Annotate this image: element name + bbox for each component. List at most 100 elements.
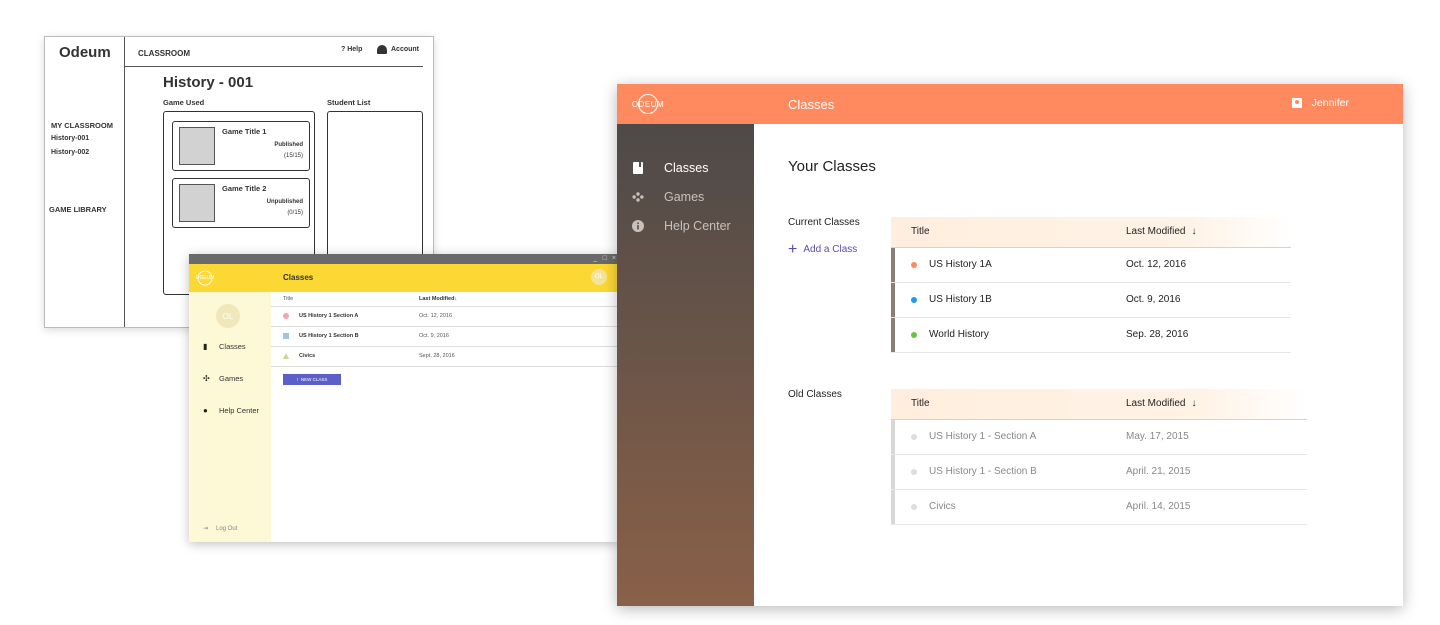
old-classes-label: Old Classes (788, 389, 842, 400)
game-count: (0/15) (287, 210, 303, 216)
game-thumbnail (179, 184, 215, 222)
class-color-dot (911, 332, 917, 338)
divider (125, 66, 423, 67)
square-marker-icon (283, 333, 289, 339)
sidebar-item-game-library[interactable]: GAME LIBRARY (49, 205, 107, 214)
sidebar-item-label: Classes (219, 342, 246, 351)
sidebar: Classes Games Help Center (617, 124, 754, 606)
sidebar-item-label: Help Center (219, 406, 260, 415)
info-icon: ● (203, 406, 208, 415)
class-title: US History 1 - Section A (929, 431, 1037, 442)
game-count: (15/15) (283, 153, 303, 159)
class-title: US History 1 Section A (299, 313, 359, 319)
logo[interactable]: ODEUM (196, 269, 214, 287)
logo-text: ODEUM (631, 99, 665, 109)
class-color-dot (911, 297, 917, 303)
add-class-label: Add a Class (803, 244, 858, 255)
table-row[interactable]: World History Sep. 28, 2016 (891, 318, 1291, 353)
table-row[interactable]: US History 1 - Section B April. 21, 2015 (891, 455, 1307, 490)
column-header-last-modified[interactable]: Last Modified ↓ (1126, 389, 1196, 419)
table-row[interactable]: Civics April. 14, 2015 (891, 490, 1307, 525)
sidebar-item-history-002[interactable]: History-002 (51, 149, 89, 156)
sidebar-avatar: OL (216, 304, 240, 328)
account-link[interactable]: Account (377, 45, 419, 54)
help-link[interactable]: ? Help (341, 46, 362, 53)
table-header: Title Last Modified↓ (271, 292, 619, 307)
class-color-dot (911, 434, 917, 440)
maximize-button[interactable]: □ (603, 254, 607, 264)
sidebar-item-history-001[interactable]: History-001 (51, 135, 89, 142)
sidebar-item-help-center[interactable]: ● Help Center (203, 406, 259, 415)
sidebar-item-label: Classes (664, 161, 709, 175)
page-title: Your Classes (788, 158, 876, 175)
sidebar-item-classes[interactable]: Classes (632, 161, 708, 175)
class-date: April. 14, 2015 (1126, 501, 1191, 512)
sort-arrow-icon: ↓ (454, 296, 458, 302)
sort-arrow-icon: ↓ (1191, 398, 1197, 409)
game-status: Published (274, 142, 303, 148)
table-row[interactable]: US History 1A Oct. 12, 2016 (891, 248, 1291, 283)
page-title: History - 001 (163, 74, 254, 91)
account-label: Account (391, 46, 419, 53)
column-header-label: Last Modified (419, 296, 455, 302)
logo-text: ODEUM (195, 275, 215, 281)
sidebar-item-label: Help Center (664, 219, 731, 233)
table-row[interactable]: Civics Sept. 28, 2016 (271, 347, 619, 367)
new-class-label: NEW CLASS (300, 377, 328, 382)
sidebar-item-label: Games (219, 374, 244, 383)
add-class-button[interactable]: + Add a Class (788, 240, 858, 258)
header-title: Classes (788, 97, 835, 112)
breadcrumb: CLASSROOM (138, 49, 190, 58)
class-date: Oct. 9, 2016 (419, 333, 449, 339)
column-header-title[interactable]: Title (911, 217, 930, 247)
table-row[interactable]: US History 1 Section A Oct. 12, 2016 (271, 307, 619, 327)
logo: Odeum (59, 44, 111, 61)
sidebar-item-games[interactable]: Games (632, 190, 704, 204)
column-header-last-modified[interactable]: Last Modified↓ (419, 292, 457, 306)
column-header-label: Last Modified (1126, 398, 1186, 409)
game-used-label: Game Used (163, 98, 205, 107)
class-title: Civics (929, 501, 956, 512)
gamepad-icon (632, 191, 644, 203)
table-header: Title Last Modified ↓ (891, 389, 1307, 420)
new-class-button[interactable]: ! NEW CLASS (283, 374, 341, 385)
current-classes-table: Title Last Modified ↓ US History 1A Oct. … (891, 217, 1291, 353)
logo[interactable]: ODEUM (631, 93, 665, 115)
user-icon (377, 45, 387, 54)
logout-button[interactable]: ⇥ Log Out (203, 525, 238, 533)
logout-label: Log Out (216, 525, 238, 532)
book-icon (632, 162, 644, 174)
sidebar-item-help-center[interactable]: Help Center (632, 219, 731, 233)
class-title: World History (929, 329, 989, 340)
game-thumbnail (179, 127, 215, 165)
column-header-title[interactable]: Title (283, 292, 293, 306)
table-row[interactable]: US History 1 Section B Oct. 9, 2016 (271, 327, 619, 347)
sidebar-item-games[interactable]: ✣ Games (203, 374, 243, 383)
yellow-app-window: _ □ × ODEUM Classes OL OL ▮ Classes ✣ Ga… (189, 254, 619, 542)
sidebar-heading-my-classroom: MY CLASSROOM (51, 121, 113, 130)
logout-icon: ⇥ (203, 526, 209, 532)
triangle-marker-icon (283, 353, 289, 359)
current-classes-label: Current Classes (788, 217, 860, 228)
plus-icon: + (788, 240, 798, 258)
app-header: ODEUM Classes OL (189, 264, 619, 292)
class-date: Sep. 28, 2016 (1126, 329, 1189, 340)
class-color-dot (911, 504, 917, 510)
table-row[interactable]: US History 1B Oct. 9, 2016 (891, 283, 1291, 318)
game-card[interactable]: Game Title 2 Unpublished (0/15) (172, 178, 310, 228)
user-name: Jennifer (1311, 97, 1349, 109)
class-color-dot (911, 262, 917, 268)
game-status: Unpublished (266, 199, 303, 205)
column-header-last-modified[interactable]: Last Modified↓ (1126, 217, 1196, 247)
table-row[interactable]: US History 1 - Section A May. 17, 2015 (891, 420, 1307, 455)
avatar[interactable]: OL (591, 269, 607, 285)
class-title: Civics (299, 353, 316, 359)
minimize-button[interactable]: _ (593, 254, 597, 264)
sidebar-item-classes[interactable]: ▮ Classes (203, 342, 246, 351)
user-menu[interactable]: Jennifer (1291, 97, 1349, 109)
column-header-title[interactable]: Title (911, 389, 930, 419)
close-button[interactable]: × (612, 254, 616, 264)
game-card[interactable]: Game Title 1 Published (15/15) (172, 121, 310, 171)
class-table: Title Last Modified↓ US History 1 Sectio… (271, 292, 619, 367)
main-content: Your Classes Current Classes + Add a Cla… (754, 124, 1403, 606)
